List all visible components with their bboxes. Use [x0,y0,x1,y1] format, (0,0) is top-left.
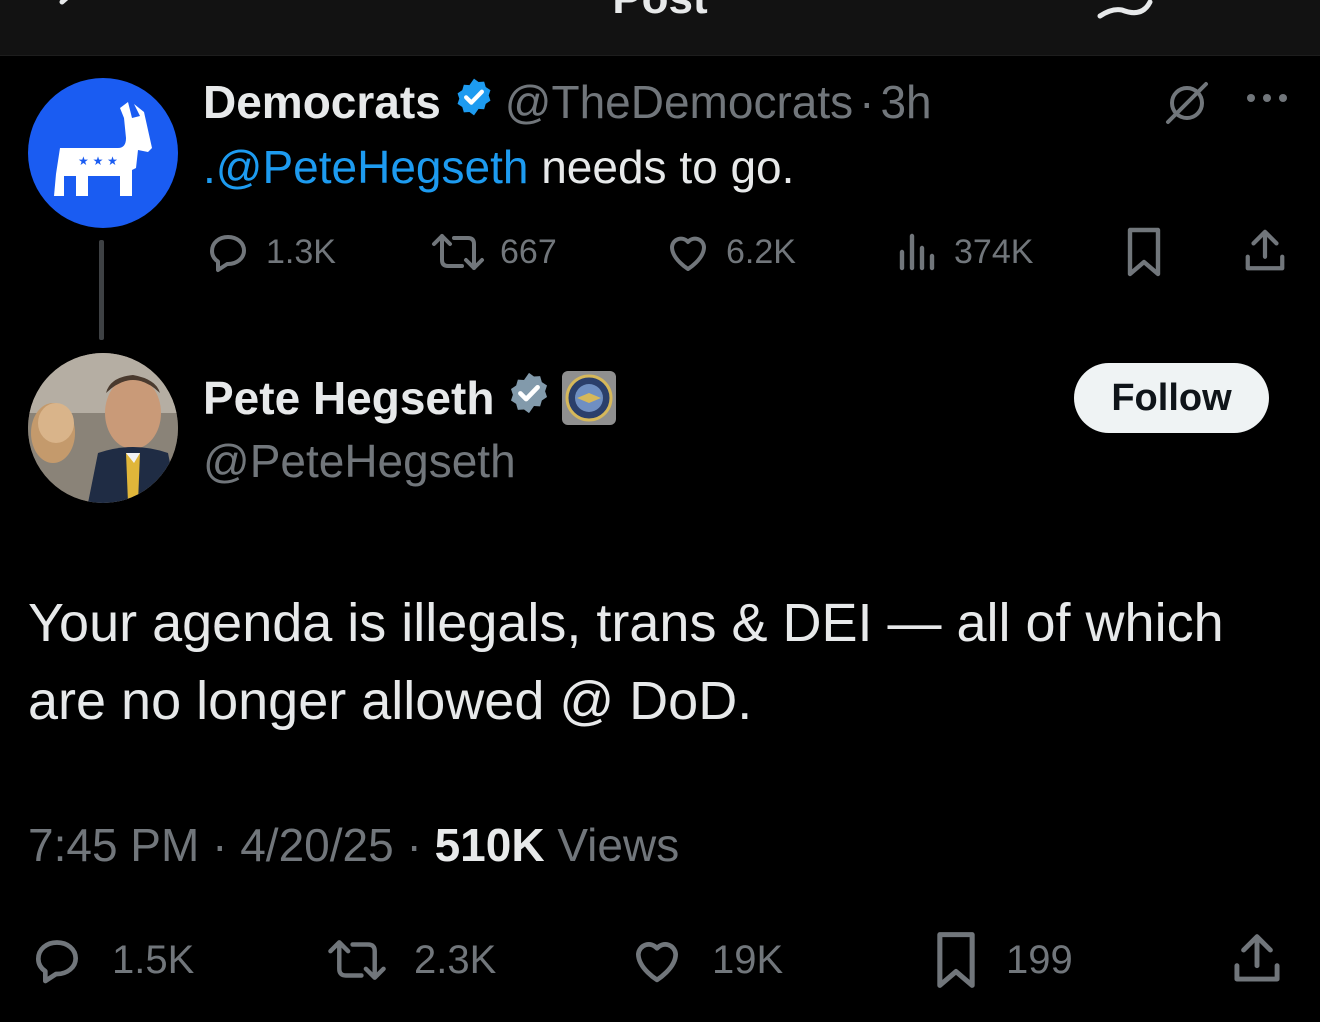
bookmark-button[interactable]: 199 [932,930,1073,990]
top-bar: Post [0,0,1320,56]
parent-post-text: .@PeteHegseth needs to go. [203,140,794,194]
author-name[interactable]: Pete Hegseth [203,371,494,425]
views-label: Views [544,819,680,871]
like-icon [636,942,678,983]
author-name[interactable]: Democrats [203,75,441,129]
share-icon [1245,229,1285,271]
post-date: 4/20/25 [240,819,394,871]
parent-post-actions: 1.3K 667 6.2K 374K [0,222,1320,282]
repost-button[interactable]: 667 [430,228,557,276]
repost-icon [432,234,484,270]
post-text-rest: needs to go. [528,141,795,193]
author-handle[interactable]: @PeteHegseth [203,434,516,488]
reply-icon [210,235,246,272]
post-metadata: 7:45 PM · 4/20/25 · 510K Views [28,818,679,872]
author-handle[interactable]: @TheDemocrats [505,75,853,129]
repost-count: 2.3K [414,937,497,982]
reply-icon [36,940,78,984]
like-count: 19K [712,937,784,982]
separator: · [859,76,875,128]
bookmark-button[interactable] [1124,226,1178,278]
verified-badge-icon [506,370,552,427]
share-button[interactable] [1230,930,1310,988]
share-icon [1234,934,1280,982]
main-post-actions: 1.5K 2.3K 19K 199 [0,926,1320,992]
svg-text:★ ★ ★: ★ ★ ★ [78,154,118,168]
bookmark-icon [1127,227,1161,277]
democrats-avatar[interactable]: ★ ★ ★ [28,78,178,228]
like-count: 6.2K [726,232,796,271]
post-time: 3h [880,76,932,128]
reply-button[interactable]: 1.5K [28,932,194,988]
mention-link[interactable]: .@PeteHegseth [203,141,528,193]
bookmark-count: 199 [1006,937,1073,982]
views-icon [899,233,935,271]
bookmark-icon [937,932,975,988]
separator: · [393,819,435,871]
views-count[interactable]: 510K [435,819,545,871]
more-icon[interactable] [1244,88,1290,113]
views-button[interactable]: 374K [896,228,1033,276]
follow-button[interactable]: Follow [1074,363,1269,433]
repost-button[interactable]: 2.3K [326,932,496,988]
reply-count: 1.3K [266,232,336,271]
reply-sort-icon[interactable] [1092,0,1162,29]
share-button[interactable] [1242,226,1302,276]
separator: · [199,819,241,871]
like-button[interactable]: 19K [628,932,783,988]
reply-button[interactable]: 1.3K [204,228,336,276]
views-count: 374K [954,232,1034,271]
dod-seal-icon[interactable] [562,371,617,425]
repost-count: 667 [500,232,557,271]
pete-hegseth-avatar[interactable] [28,353,178,503]
main-post-text: Your agenda is illegals, trans & DEI — a… [28,593,1224,731]
grok-icon[interactable] [1162,78,1212,133]
like-icon [670,236,706,271]
verified-badge-icon [453,75,495,129]
reply-count: 1.5K [112,937,195,982]
parent-post-header: Democrats @TheDemocrats · 3h [203,72,932,132]
like-button[interactable]: 6.2K [664,228,796,276]
repost-icon [328,940,386,980]
main-post-header: Pete Hegseth [203,368,617,428]
post-time: 7:45 PM [28,819,200,871]
